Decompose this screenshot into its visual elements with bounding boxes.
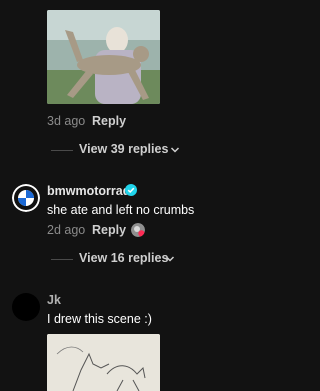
comment-image-cat-photo[interactable] <box>47 10 160 104</box>
verified-badge-icon <box>125 184 137 196</box>
cat-photo-illustration <box>47 10 160 104</box>
creator-liked-avatar <box>131 223 145 237</box>
comment-username[interactable]: bmwmotorrad <box>47 184 130 198</box>
view-replies-label: View 16 replies <box>79 251 169 265</box>
reply-button[interactable]: Reply <box>92 223 126 237</box>
avatar[interactable] <box>12 293 40 321</box>
chevron-down-icon <box>165 256 175 262</box>
comment-image-sketch[interactable] <box>47 334 160 391</box>
avatar[interactable] <box>12 184 40 212</box>
chevron-down-icon <box>170 147 180 153</box>
divider-line <box>51 259 73 260</box>
view-replies-label: View 39 replies <box>79 142 169 156</box>
bmw-logo-icon <box>12 184 40 212</box>
comment-timestamp: 2d ago <box>47 223 86 237</box>
reply-button[interactable]: Reply <box>92 114 126 128</box>
comment-timestamp: 3d ago <box>47 114 86 128</box>
view-replies-button[interactable]: View 16 replies <box>51 251 191 267</box>
creator-heart-icon <box>131 223 145 237</box>
comment-username[interactable]: Jk <box>47 293 61 307</box>
divider-line <box>51 150 73 151</box>
comment-text: I drew this scene :) <box>47 312 152 326</box>
sketch-illustration <box>47 334 160 391</box>
comment-text: she ate and left no crumbs <box>47 203 195 217</box>
view-replies-button[interactable]: View 39 replies <box>51 142 191 158</box>
